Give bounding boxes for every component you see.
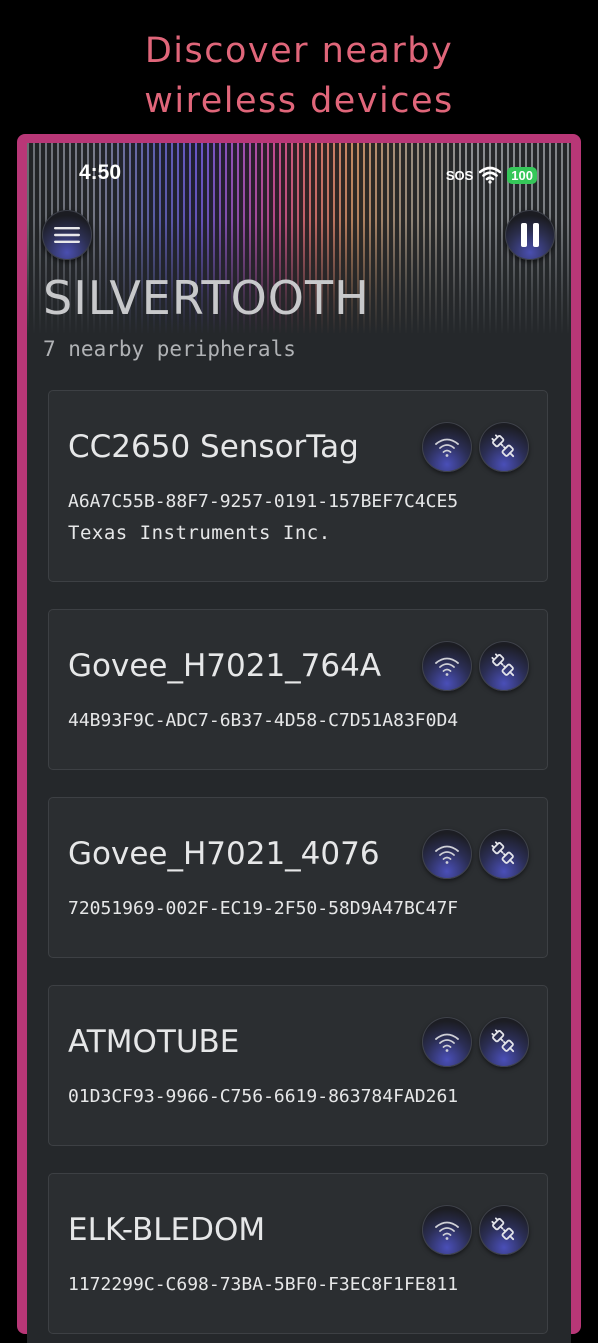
- sos-indicator: SOS: [445, 167, 474, 183]
- device-name: Govee_H7021_764A: [68, 648, 382, 684]
- menu-button[interactable]: [42, 210, 92, 260]
- app-title: SILVERTOOTH: [43, 271, 370, 325]
- wifi-status-icon: [479, 166, 502, 184]
- device-uuid: 44B93F9C-ADC7-6B37-4D58-C7D51A83F0D4: [68, 710, 459, 731]
- battery-indicator: 100: [507, 166, 537, 184]
- connect-button[interactable]: [479, 641, 529, 691]
- connect-button[interactable]: [479, 1017, 529, 1067]
- status-time: 4:50: [79, 161, 122, 184]
- connect-button[interactable]: [479, 1205, 529, 1255]
- device-name: ATMOTUBE: [68, 1024, 240, 1060]
- pause-icon: [521, 223, 539, 247]
- device-card[interactable]: ATMOTUBE 01D3CF93-9966-C756-6619-863784F…: [48, 985, 548, 1146]
- wifi-signal-icon: [435, 438, 459, 457]
- peripheral-count: 7 nearby peripherals: [43, 337, 296, 361]
- pause-scan-button[interactable]: [505, 210, 555, 260]
- signal-button[interactable]: [422, 422, 472, 472]
- device-name: CC2650 SensorTag: [68, 429, 359, 465]
- promo-headline: Discover nearby wireless devices: [0, 26, 598, 126]
- promo-line-1: Discover nearby: [144, 31, 454, 71]
- device-card[interactable]: Govee_H7021_4076 72051969-002F-EC19-2F50…: [48, 797, 548, 958]
- plug-connect-icon: [491, 1217, 515, 1241]
- plug-connect-icon: [491, 1029, 515, 1053]
- signal-button[interactable]: [422, 1017, 472, 1067]
- plug-connect-icon: [491, 653, 515, 677]
- device-uuid: 72051969-002F-EC19-2F50-58D9A47BC47F: [68, 898, 459, 919]
- signal-button[interactable]: [422, 641, 472, 691]
- wifi-signal-icon: [435, 1221, 459, 1240]
- wifi-signal-icon: [435, 845, 459, 864]
- signal-button[interactable]: [422, 1205, 472, 1255]
- device-name: ELK-BLEDOM: [68, 1212, 266, 1248]
- connect-button[interactable]: [479, 422, 529, 472]
- device-uuid: 01D3CF93-9966-C756-6619-863784FAD261: [68, 1086, 459, 1107]
- signal-button[interactable]: [422, 829, 472, 879]
- device-card[interactable]: CC2650 SensorTag A6A7C55B-88F7-9257-0191…: [48, 390, 548, 582]
- device-card[interactable]: ELK-BLEDOM 1172299C-C698-73BA-5BF0-F3EC8…: [48, 1173, 548, 1334]
- plug-connect-icon: [491, 841, 515, 865]
- wifi-signal-icon: [435, 657, 459, 676]
- plug-connect-icon: [491, 434, 515, 458]
- status-indicators: SOS 100: [446, 163, 537, 187]
- wifi-signal-icon: [435, 1033, 459, 1052]
- hamburger-icon: [54, 227, 80, 243]
- device-uuid: 1172299C-C698-73BA-5BF0-F3EC8F1FE811: [68, 1274, 459, 1295]
- promo-line-2: wireless devices: [144, 81, 454, 121]
- app-screen: 4:50 SOS 100 SILVERTOOTH 7 nearby periph…: [27, 143, 571, 1343]
- device-card[interactable]: Govee_H7021_764A 44B93F9C-ADC7-6B37-4D58…: [48, 609, 548, 770]
- device-uuid: A6A7C55B-88F7-9257-0191-157BEF7C4CE5: [68, 491, 459, 512]
- device-vendor: Texas Instruments Inc.: [68, 522, 331, 544]
- connect-button[interactable]: [479, 829, 529, 879]
- device-name: Govee_H7021_4076: [68, 836, 380, 872]
